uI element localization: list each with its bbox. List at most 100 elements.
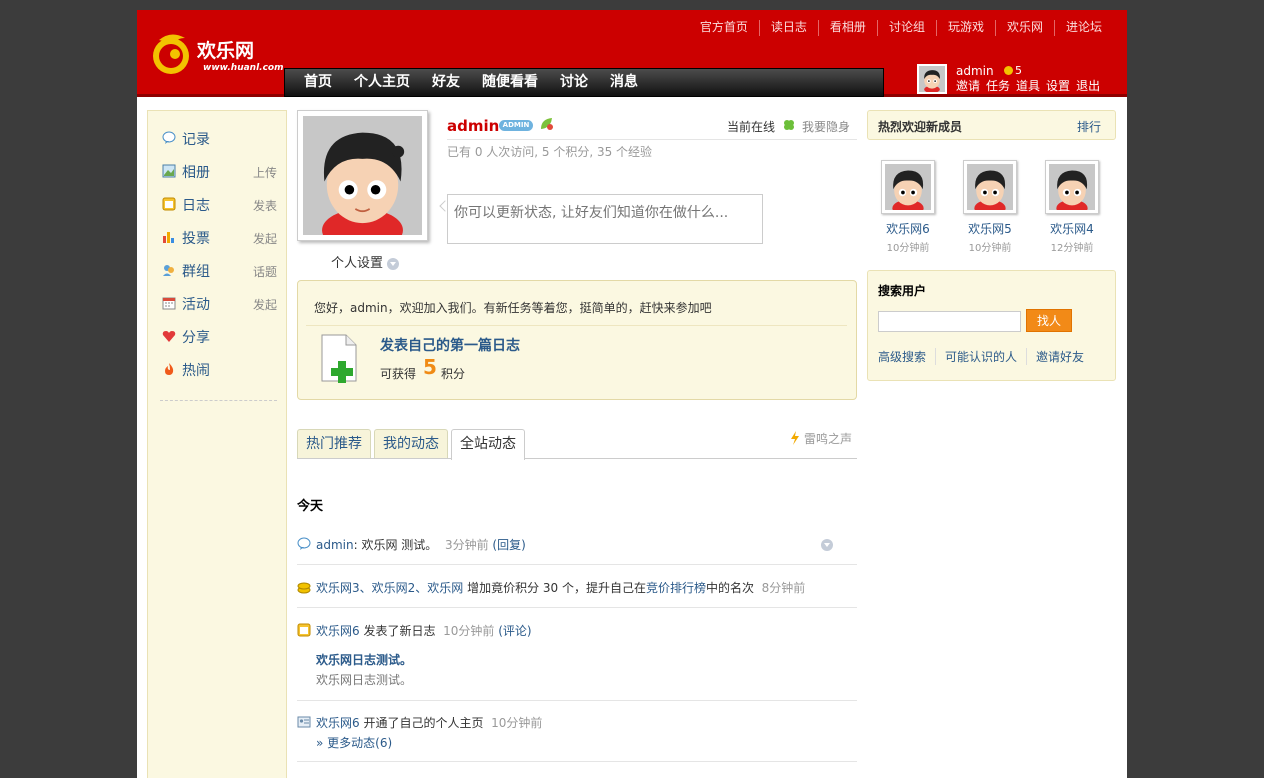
feed-user-link[interactable]: 欢乐网6 <box>316 716 360 730</box>
top-link-forum[interactable]: 进论坛 <box>1053 20 1113 36</box>
user-link-tasks[interactable]: 任务 <box>986 77 1010 94</box>
profile-settings-link[interactable]: 个人设置 <box>331 252 400 271</box>
sidebar-item-label: 活动 <box>182 297 210 313</box>
sidebar-action-upload[interactable]: 上传 <box>253 164 277 181</box>
member-join-time: 10分钟前 <box>968 243 1012 254</box>
chevron-down-icon <box>387 257 400 270</box>
tab-all[interactable]: 全站动态 <box>451 429 525 460</box>
find-user-button[interactable]: 找人 <box>1026 309 1072 332</box>
top-link-album[interactable]: 看相册 <box>817 20 877 36</box>
member-avatar[interactable] <box>1045 160 1099 214</box>
invite-friends-link[interactable]: 邀请好友 <box>1026 348 1093 365</box>
profile-stats: 已有 0 人次访问, 5 个积分, 35 个经验 <box>447 145 653 159</box>
people-you-may-know-link[interactable]: 可能认识的人 <box>935 348 1026 365</box>
blog-summary: 欢乐网日志测试。 <box>316 673 413 687</box>
advanced-search-link[interactable]: 高级搜索 <box>878 348 935 365</box>
site-header: 欢乐网 www.huanl.com 官方首页 读日志 看相册 讨论组 玩游戏 欢… <box>137 10 1127 97</box>
tab-hot[interactable]: 热门推荐 <box>297 429 371 458</box>
user-link-invite[interactable]: 邀请 <box>956 77 980 94</box>
member-card[interactable]: 欢乐网4 12分钟前 <box>1041 160 1101 260</box>
sidebar-action-topics[interactable]: 话题 <box>253 263 277 280</box>
search-user-input[interactable] <box>878 311 1021 332</box>
notepad-icon <box>297 623 311 637</box>
sidebar-item-label: 热闹 <box>182 363 210 379</box>
sidebar-item-records[interactable]: 记录 <box>162 128 277 148</box>
more-activity-link[interactable]: » 更多动态(6) <box>316 734 392 751</box>
sidebar-item-label: 投票 <box>182 231 210 247</box>
sidebar-item-label: 相册 <box>182 165 210 181</box>
feed-item: 欢乐网6 发表了新日志 10分钟前 (评论) 欢乐网日志测试。 欢乐网日志测试。 <box>297 609 857 701</box>
sidebar-item-label: 记录 <box>182 132 210 148</box>
user-link-settings[interactable]: 设置 <box>1046 77 1070 94</box>
sidebar-item-blog[interactable]: 日志 发表 <box>162 194 277 214</box>
feed-time: 3分钟前 <box>444 538 489 552</box>
member-avatar[interactable] <box>963 160 1017 214</box>
member-name[interactable]: 欢乐网4 <box>1041 220 1103 237</box>
bid-rank-link[interactable]: 竞价排行榜 <box>646 581 706 595</box>
member-avatar[interactable] <box>881 160 935 214</box>
avatar-face-icon <box>967 164 1013 210</box>
coin-icon <box>1004 66 1013 75</box>
sidebar-item-hot[interactable]: 热闹 <box>162 359 277 379</box>
user-box: admin 5 邀请 任务 道具 设置 退出 <box>917 64 1117 96</box>
status-input[interactable] <box>447 194 763 244</box>
sidebar-action-start-poll[interactable]: 发起 <box>253 230 277 247</box>
top-link-home[interactable]: 官方首页 <box>689 20 759 36</box>
profile-avatar[interactable] <box>297 110 428 241</box>
sidebar-item-share[interactable]: 分享 <box>162 326 277 346</box>
blog-title-link[interactable]: 欢乐网日志测试。 <box>316 651 412 668</box>
rank-link[interactable]: 排行 <box>1077 118 1101 135</box>
sidebar-item-album[interactable]: 相册 上传 <box>162 161 277 181</box>
group-icon <box>163 265 174 276</box>
go-invisible-link[interactable]: 我要隐身 <box>802 118 850 135</box>
left-sidebar: 记录 相册 上传 日志 发表 投票 发起 群组 话题 活动 发起 分享 热闹 <box>147 110 287 778</box>
member-name[interactable]: 欢乐网6 <box>877 220 939 237</box>
nav-browse[interactable]: 随便看看 <box>471 69 549 96</box>
feed-user-link[interactable]: 欢乐网6 <box>316 624 360 638</box>
nav-my-page[interactable]: 个人主页 <box>343 69 421 96</box>
search-title: 搜索用户 <box>878 284 927 298</box>
voice-link[interactable]: 雷鸣之声 <box>790 430 852 447</box>
chevron-down-icon[interactable] <box>821 539 833 551</box>
profile-name[interactable]: admin <box>447 117 499 135</box>
member-join-time: 12分钟前 <box>1050 243 1094 254</box>
nav-discuss[interactable]: 讨论 <box>549 69 599 96</box>
profile-card-icon <box>297 716 311 728</box>
avatar-face-icon <box>885 164 931 210</box>
header-username[interactable]: admin <box>956 64 994 78</box>
feed-reply-link[interactable]: (回复) <box>492 538 525 552</box>
sidebar-item-events[interactable]: 活动 发起 <box>162 293 277 313</box>
top-link-blog[interactable]: 读日志 <box>758 20 818 36</box>
feed-time: 10分钟前 <box>491 716 543 730</box>
sidebar-action-start-event[interactable]: 发起 <box>253 296 277 313</box>
nav-home[interactable]: 首页 <box>293 69 343 96</box>
feed-user-links[interactable]: 欢乐网3、欢乐网2、欢乐网 <box>316 581 463 595</box>
header-avatar[interactable] <box>917 64 947 94</box>
site-logo[interactable]: 欢乐网 www.huanl.com <box>151 30 283 82</box>
feed-item: admin: 欢乐网 测试。 3分钟前 (回复) <box>297 525 857 565</box>
task-box: 您好，admin，欢迎加入我们。有新任务等着您，挺简单的，赶快来参加吧 发表自己… <box>297 280 857 400</box>
sidebar-action-post[interactable]: 发表 <box>253 197 277 214</box>
page: 欢乐网 www.huanl.com 官方首页 读日志 看相册 讨论组 玩游戏 欢… <box>137 10 1127 778</box>
nav-friends[interactable]: 好友 <box>421 69 471 96</box>
sidebar-item-poll[interactable]: 投票 发起 <box>162 227 277 247</box>
nav-messages[interactable]: 消息 <box>599 69 649 96</box>
feed-item: 欢乐网3、欢乐网2、欢乐网 增加竟价积分 30 个，提升自己在竞价排行榜中的名次… <box>297 566 857 608</box>
user-links: 邀请 任务 道具 设置 退出 <box>956 77 1106 94</box>
user-link-logout[interactable]: 退出 <box>1076 77 1100 94</box>
top-link-groups[interactable]: 讨论组 <box>876 20 936 36</box>
top-link-games[interactable]: 玩游戏 <box>935 20 995 36</box>
task-points: 5 <box>423 355 437 379</box>
sidebar-item-groups[interactable]: 群组 话题 <box>162 260 277 280</box>
feed-user-link[interactable]: admin <box>316 538 354 552</box>
top-link-site[interactable]: 欢乐网 <box>994 20 1054 36</box>
member-card[interactable]: 欢乐网5 10分钟前 <box>959 160 1019 260</box>
member-card[interactable]: 欢乐网6 10分钟前 <box>877 160 937 260</box>
feed-comment-link[interactable]: (评论) <box>498 624 531 638</box>
member-name[interactable]: 欢乐网5 <box>959 220 1021 237</box>
task-title-link[interactable]: 发表自己的第一篇日志 <box>380 335 520 355</box>
member-join-time: 10分钟前 <box>886 243 930 254</box>
task-earn-label: 可获得 <box>380 367 417 381</box>
user-link-items[interactable]: 道具 <box>1016 77 1040 94</box>
tab-mine[interactable]: 我的动态 <box>374 429 448 458</box>
